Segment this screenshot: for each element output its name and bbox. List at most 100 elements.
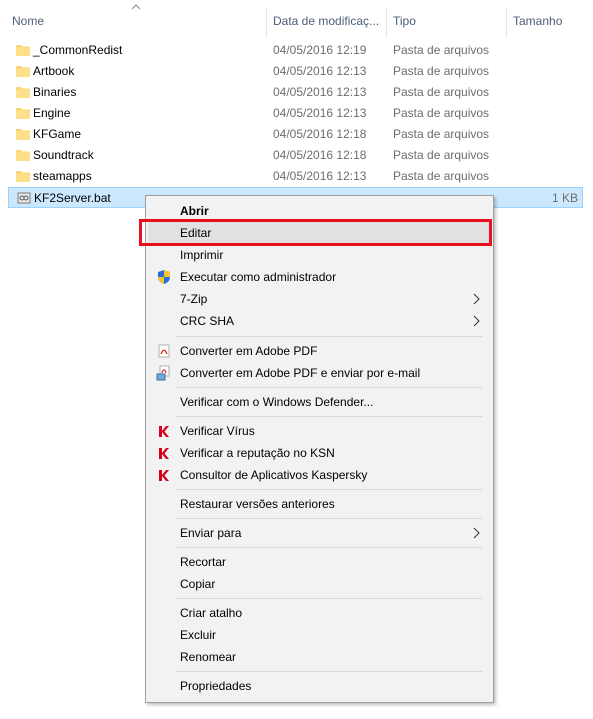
file-type: Pasta de arquivos bbox=[393, 106, 490, 120]
kaspersky-icon bbox=[159, 470, 169, 481]
column-header-name[interactable]: Nome bbox=[12, 13, 262, 33]
folder-icon bbox=[16, 87, 30, 98]
file-row[interactable]: _CommonRedist 04/05/2016 12:19 Pasta de … bbox=[8, 40, 583, 61]
menu-item-label: Enviar para bbox=[180, 526, 242, 540]
file-name: Binaries bbox=[33, 85, 77, 99]
menu-item-executar-como-administrador[interactable]: Executar como administrador bbox=[148, 266, 491, 288]
menu-separator bbox=[176, 336, 482, 337]
menu-item-copiar[interactable]: Copiar bbox=[148, 573, 491, 595]
file-row[interactable]: Artbook 04/05/2016 12:13 Pasta de arquiv… bbox=[8, 61, 583, 82]
menu-item-restaurar-versoes[interactable]: Restaurar versões anteriores bbox=[148, 493, 491, 515]
context-menu: Abrir Editar Imprimir Executar como admi… bbox=[145, 195, 494, 703]
highlight-annotation-box bbox=[139, 219, 492, 246]
folder-icon bbox=[16, 150, 30, 161]
menu-item-label: Converter em Adobe PDF bbox=[180, 344, 318, 358]
menu-item-crc-sha[interactable]: CRC SHA bbox=[148, 310, 491, 332]
menu-separator bbox=[176, 416, 482, 417]
column-header-type[interactable]: Tipo bbox=[393, 13, 503, 33]
folder-icon bbox=[16, 108, 30, 119]
column-header-bar: Nome Data de modificaç... Tipo Tamanho bbox=[0, 0, 593, 40]
column-header-date[interactable]: Data de modificaç... bbox=[273, 13, 383, 33]
menu-item-label: Recortar bbox=[180, 555, 227, 569]
menu-item-label: 7-Zip bbox=[180, 292, 208, 306]
chevron-right-icon bbox=[473, 315, 480, 327]
column-header-size[interactable]: Tamanho bbox=[513, 13, 588, 33]
menu-item-label: Restaurar versões anteriores bbox=[180, 497, 335, 511]
file-type: Pasta de arquivos bbox=[393, 148, 490, 162]
menu-item-label: Renomear bbox=[180, 650, 237, 664]
menu-item-excluir[interactable]: Excluir bbox=[148, 624, 491, 646]
menu-item-verificar-virus[interactable]: Verificar Vírus bbox=[148, 420, 491, 442]
menu-item-label: Excluir bbox=[180, 628, 217, 642]
folder-icon bbox=[16, 129, 30, 140]
adobe-pdf-icon bbox=[158, 344, 170, 358]
file-row[interactable]: Binaries 04/05/2016 12:13 Pasta de arqui… bbox=[8, 82, 583, 103]
file-name: steamapps bbox=[33, 169, 92, 183]
menu-item-enviar-para[interactable]: Enviar para bbox=[148, 522, 491, 544]
menu-item-recortar[interactable]: Recortar bbox=[148, 551, 491, 573]
file-name: _CommonRedist bbox=[33, 43, 123, 57]
menu-item-converter-pdf[interactable]: Converter em Adobe PDF bbox=[148, 340, 491, 362]
uac-shield-icon bbox=[158, 270, 170, 284]
file-row[interactable]: Engine 04/05/2016 12:13 Pasta de arquivo… bbox=[8, 103, 583, 124]
column-divider[interactable] bbox=[266, 8, 267, 38]
menu-item-label: Abrir bbox=[180, 204, 209, 218]
file-date: 04/05/2016 12:19 bbox=[273, 43, 367, 57]
menu-item-kaspersky-app-advisor[interactable]: Consultor de Aplicativos Kaspersky bbox=[148, 464, 491, 486]
menu-item-windows-defender[interactable]: Verificar com o Windows Defender... bbox=[148, 391, 491, 413]
menu-item-7zip[interactable]: 7-Zip bbox=[148, 288, 491, 310]
file-type: Pasta de arquivos bbox=[393, 85, 490, 99]
menu-item-label: Copiar bbox=[180, 577, 216, 591]
file-type: Pasta de arquivos bbox=[393, 64, 490, 78]
menu-item-converter-pdf-email[interactable]: Converter em Adobe PDF e enviar por e-ma… bbox=[148, 362, 491, 384]
menu-item-label: Executar como administrador bbox=[180, 270, 337, 284]
file-date: 04/05/2016 12:18 bbox=[273, 127, 367, 141]
folder-icon bbox=[16, 66, 30, 77]
menu-separator bbox=[176, 598, 482, 599]
menu-item-label: Propriedades bbox=[180, 679, 252, 693]
menu-item-ksn-reputation[interactable]: Verificar a reputação no KSN bbox=[148, 442, 491, 464]
menu-separator bbox=[176, 387, 482, 388]
file-row[interactable]: steamapps 04/05/2016 12:13 Pasta de arqu… bbox=[8, 166, 583, 187]
file-type: Pasta de arquivos bbox=[393, 127, 490, 141]
folder-icon bbox=[16, 45, 30, 56]
menu-item-label: Consultor de Aplicativos Kaspersky bbox=[180, 468, 368, 482]
file-date: 04/05/2016 12:18 bbox=[273, 148, 367, 162]
menu-item-imprimir[interactable]: Imprimir bbox=[148, 244, 491, 266]
file-date: 04/05/2016 12:13 bbox=[273, 85, 367, 99]
menu-separator bbox=[176, 671, 482, 672]
menu-item-label: Converter em Adobe PDF e enviar por e-ma… bbox=[180, 366, 421, 380]
kaspersky-icon bbox=[159, 448, 169, 459]
batch-file-icon bbox=[17, 192, 31, 204]
menu-separator bbox=[176, 547, 482, 548]
file-date: 04/05/2016 12:13 bbox=[273, 64, 367, 78]
file-type: Pasta de arquivos bbox=[393, 43, 490, 57]
file-date: 04/05/2016 12:13 bbox=[273, 169, 367, 183]
file-name: KFGame bbox=[33, 127, 82, 141]
file-row[interactable]: Soundtrack 04/05/2016 12:18 Pasta de arq… bbox=[8, 145, 583, 166]
chevron-right-icon bbox=[473, 527, 480, 539]
kaspersky-icon bbox=[159, 426, 169, 437]
menu-separator bbox=[176, 489, 482, 490]
menu-item-renomear[interactable]: Renomear bbox=[148, 646, 491, 668]
adobe-pdf-email-icon bbox=[156, 365, 170, 381]
menu-item-label: Criar atalho bbox=[180, 606, 243, 620]
file-size: 1 KB bbox=[551, 191, 578, 205]
column-divider[interactable] bbox=[506, 8, 507, 38]
file-name: Artbook bbox=[33, 64, 75, 78]
menu-separator bbox=[176, 518, 482, 519]
chevron-right-icon bbox=[473, 293, 480, 305]
menu-item-criar-atalho[interactable]: Criar atalho bbox=[148, 602, 491, 624]
menu-item-label: Verificar a reputação no KSN bbox=[180, 446, 335, 460]
menu-item-propriedades[interactable]: Propriedades bbox=[148, 675, 491, 697]
file-row[interactable]: KFGame 04/05/2016 12:18 Pasta de arquivo… bbox=[8, 124, 583, 145]
menu-item-label: CRC SHA bbox=[180, 314, 235, 328]
column-divider[interactable] bbox=[386, 8, 387, 38]
file-name: Soundtrack bbox=[33, 148, 94, 162]
sort-ascending-icon bbox=[131, 4, 141, 10]
menu-item-label: Verificar com o Windows Defender... bbox=[180, 395, 374, 409]
menu-item-label: Verificar Vírus bbox=[180, 424, 255, 438]
menu-item-label: Imprimir bbox=[180, 248, 224, 262]
file-type: Pasta de arquivos bbox=[393, 169, 490, 183]
folder-icon bbox=[16, 171, 30, 182]
